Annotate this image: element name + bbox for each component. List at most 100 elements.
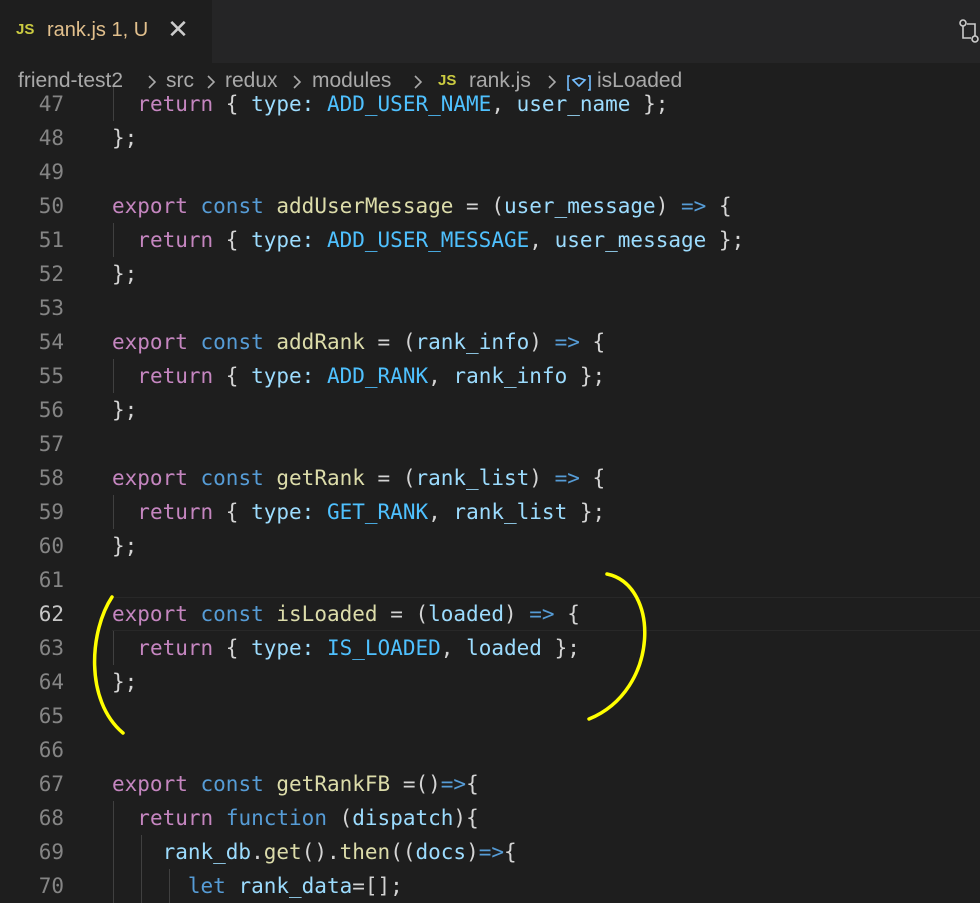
code-line[interactable]: 59 return { type: GET_RANK, rank_list };	[0, 495, 980, 529]
code-token: const	[200, 772, 264, 796]
code-text: };	[112, 121, 137, 155]
breadcrumb-item-isloaded[interactable]: isLoaded	[597, 69, 682, 93]
breadcrumb-item-modules[interactable]: modules	[312, 69, 391, 93]
close-icon[interactable]: ✕	[166, 14, 190, 44]
code-token: {	[466, 772, 479, 796]
breadcrumb-item-rank-js[interactable]: rank.js	[469, 69, 531, 93]
code-token: const	[200, 194, 264, 218]
code-line[interactable]: 63 return { type: IS_LOADED, loaded };	[0, 631, 980, 665]
code-token: rank_info	[453, 364, 568, 388]
code-token: export	[112, 466, 188, 490]
code-editor[interactable]: 47 return { type: ADD_USER_NAME, user_na…	[0, 0, 980, 903]
code-line[interactable]: 54 export const addRank = (rank_info) => …	[0, 325, 980, 359]
code-text: };	[112, 529, 137, 563]
code-token: {	[579, 330, 606, 354]
line-number: 55	[38, 364, 64, 388]
code-token: )	[655, 194, 681, 218]
code-token: (	[326, 806, 353, 830]
line-number: 51	[38, 228, 64, 252]
indent-guide	[113, 495, 114, 529]
code-token: return	[137, 636, 214, 660]
code-line[interactable]: 55 return { type: ADD_RANK, rank_info };	[0, 359, 980, 393]
code-text: };	[112, 665, 137, 699]
code-line[interactable]: 60};	[0, 529, 980, 563]
code-token: const	[200, 602, 264, 626]
code-token: export	[112, 194, 188, 218]
code-line[interactable]: 58 export const getRank = (rank_list) => …	[0, 461, 980, 495]
code-token: )	[466, 840, 479, 864]
code-token: rank_list	[453, 500, 568, 524]
breadcrumb-item-redux[interactable]: redux	[225, 69, 278, 93]
code-token: ,	[529, 228, 555, 252]
code-line[interactable]: 52};	[0, 257, 980, 291]
indent-guide	[113, 801, 114, 903]
code-line[interactable]: 65	[0, 699, 980, 733]
code-line[interactable]: 56};	[0, 393, 980, 427]
variable-symbol-icon	[567, 75, 591, 91]
code-line[interactable]: 57	[0, 427, 980, 461]
code-line[interactable]: 69 rank_db.get().then((docs)=>{	[0, 835, 980, 869]
code-line[interactable]: 53	[0, 291, 980, 325]
code-token: export	[112, 330, 188, 354]
code-text: };	[112, 393, 137, 427]
line-number: 50	[38, 194, 64, 218]
code-token: {	[706, 194, 732, 218]
chevron-right-icon	[207, 75, 216, 89]
code-line[interactable]: 51 return { type: ADD_USER_MESSAGE, user…	[0, 223, 980, 257]
code-token: ,	[428, 364, 454, 388]
tab-rank-js[interactable]: JS rank.js 1, U ✕	[0, 0, 212, 63]
code-token: user_message	[554, 228, 707, 252]
code-line[interactable]: 49	[0, 155, 980, 189]
line-number: 48	[38, 126, 64, 150]
code-token: ,	[440, 636, 467, 660]
chevron-right-icon	[414, 75, 423, 89]
line-number: 63	[38, 636, 64, 660]
code-token: ){	[453, 806, 479, 830]
code-token: loaded	[428, 602, 504, 626]
breadcrumb-item-friend-test2[interactable]: friend-test2	[18, 69, 123, 93]
code-token: user_message	[503, 194, 656, 218]
code-token: };	[567, 364, 606, 388]
line-number: 49	[38, 160, 64, 184]
code-token: {	[213, 500, 252, 524]
code-line[interactable]: 48};	[0, 121, 980, 155]
code-token: =>	[478, 840, 505, 864]
code-token: {	[213, 636, 252, 660]
code-token: export	[112, 602, 188, 626]
code-text: export const addRank = (rank_info) => {	[112, 325, 605, 359]
code-line[interactable]: 64};	[0, 665, 980, 699]
code-token: =>	[554, 466, 580, 490]
code-token: then	[339, 840, 391, 864]
code-text: export const getRank = (rank_list) => {	[112, 461, 605, 495]
code-token: return	[137, 500, 214, 524]
breadcrumb-item-src[interactable]: src	[166, 69, 194, 93]
code-token: return	[137, 364, 214, 388]
code-token: ,	[428, 500, 454, 524]
code-token: =>	[554, 330, 580, 354]
code-line[interactable]: 70 let rank_data=[];	[0, 869, 980, 903]
code-line[interactable]: 50 export const addUserMessage = (user_me…	[0, 189, 980, 223]
code-line[interactable]: 62 export const isLoaded = (loaded) => {	[0, 597, 980, 631]
code-token: = (	[364, 466, 416, 490]
source-control-compare-icon[interactable]	[958, 18, 980, 44]
code-line[interactable]: 66	[0, 733, 980, 767]
code-line[interactable]: 67 export const getRankFB =()=>{	[0, 767, 980, 801]
javascript-file-icon: JS	[438, 72, 457, 89]
code-token: =>	[681, 194, 707, 218]
code-line[interactable]: 61	[0, 563, 980, 597]
line-number: 54	[38, 330, 64, 354]
code-token: rank_info	[415, 330, 530, 354]
code-token: type:	[251, 228, 315, 252]
code-token: return	[137, 228, 214, 252]
code-line[interactable]: 68 return function (dispatch){	[0, 801, 980, 835]
